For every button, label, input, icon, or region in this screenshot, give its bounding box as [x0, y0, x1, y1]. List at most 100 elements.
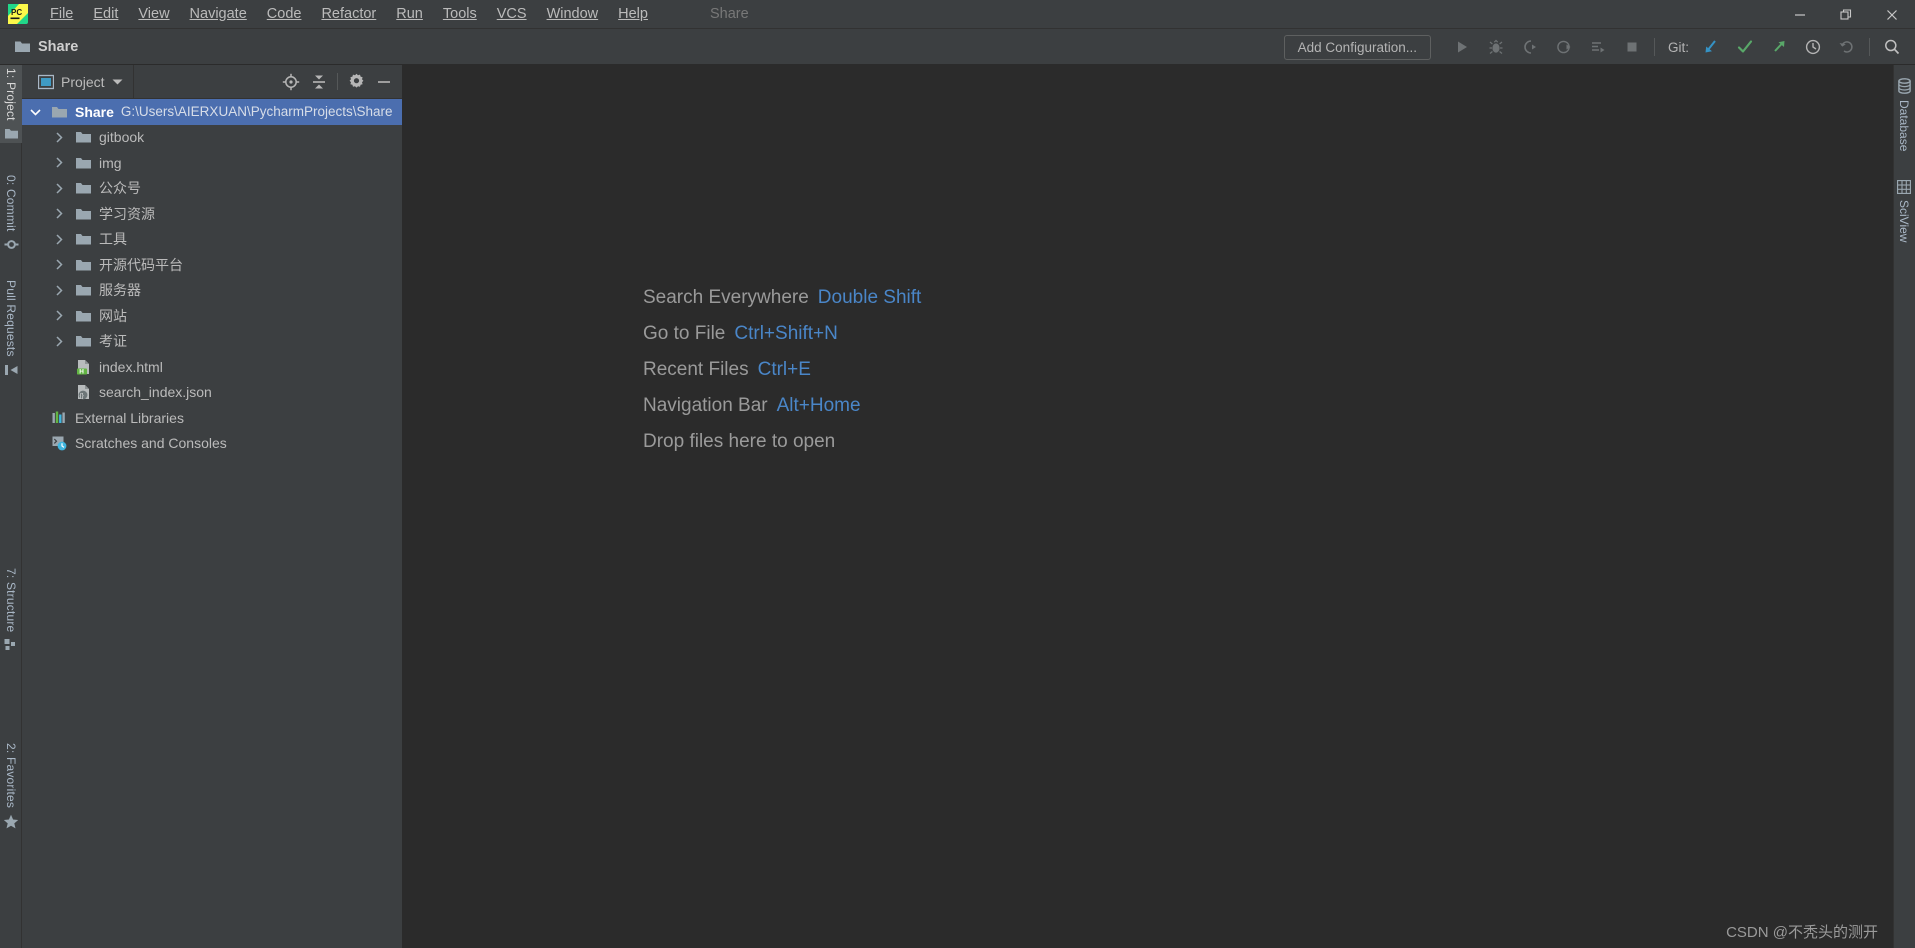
project-view-icon	[38, 74, 54, 90]
menu-item-window[interactable]: Window	[537, 3, 609, 25]
hint-recent-files: Recent Files Ctrl+E	[643, 359, 921, 381]
maximize-window-button[interactable]	[1823, 0, 1869, 29]
actions-divider	[337, 73, 338, 90]
right-tool-window-stripe: Database SciView	[1893, 65, 1915, 948]
folder-icon	[72, 283, 94, 297]
tree-row-img[interactable]: img	[22, 150, 402, 176]
toolbar-separator	[1653, 38, 1655, 56]
tree-row-label: 公众号	[99, 180, 141, 197]
hint-shortcut-label: Ctrl+E	[757, 359, 811, 380]
sidebar-item-structure[interactable]: 7: Structure	[0, 565, 22, 655]
chevron-right-icon[interactable]	[46, 157, 72, 168]
sidebar-item-pull-requests[interactable]: Pull Requests	[0, 277, 22, 380]
sidebar-item-project[interactable]: 1: Project	[0, 65, 22, 143]
chevron-right-icon[interactable]	[46, 208, 72, 219]
menu-item-code[interactable]: Code	[257, 3, 312, 25]
tree-row-gongzhonghao[interactable]: 公众号	[22, 176, 402, 202]
menu-item-vcs[interactable]: VCS	[487, 3, 537, 25]
folder-icon	[72, 258, 94, 272]
add-configuration-button[interactable]: Add Configuration...	[1283, 34, 1431, 60]
tree-row-scratches-and-consoles[interactable]: Scratches and Consoles	[22, 431, 402, 457]
json-file-icon: {}	[72, 384, 94, 400]
tree-row-gitbook[interactable]: gitbook	[22, 125, 402, 151]
sidebar-item-favorites[interactable]: 2: Favorites	[0, 740, 22, 833]
chevron-down-icon[interactable]	[22, 108, 48, 116]
search-everywhere-button[interactable]	[1875, 32, 1909, 62]
collapse-all-button[interactable]	[305, 68, 333, 96]
tree-row-index-html[interactable]: H index.html	[22, 354, 402, 380]
menu-item-help[interactable]: Help	[608, 3, 658, 25]
menu-item-view[interactable]: View	[128, 3, 179, 25]
project-tree[interactable]: Share G:\Users\AIERXUAN\PycharmProjects\…	[22, 99, 402, 948]
settings-button[interactable]	[342, 68, 370, 96]
tree-row-kaozheng[interactable]: 考证	[22, 329, 402, 355]
hide-tool-window-button[interactable]	[370, 68, 398, 96]
chevron-right-icon[interactable]	[46, 310, 72, 321]
debug-button[interactable]	[1479, 32, 1513, 62]
sidebar-item-favorites-label: 2: Favorites	[4, 743, 18, 809]
breadcrumb[interactable]: Share	[14, 39, 78, 55]
profile-button[interactable]	[1547, 32, 1581, 62]
menu-item-navigate[interactable]: Navigate	[180, 3, 257, 25]
sidebar-item-database[interactable]: Database	[1893, 75, 1915, 154]
tree-row-label: 服务器	[99, 282, 141, 299]
chevron-right-icon[interactable]	[46, 259, 72, 270]
run-coverage-button[interactable]	[1513, 32, 1547, 62]
sidebar-item-commit-label: 0: Commit	[4, 175, 18, 232]
chevron-right-icon[interactable]	[46, 234, 72, 245]
hint-action-label: Search Everywhere	[643, 287, 809, 308]
folder-icon	[72, 156, 94, 170]
project-tool-window: Project Share G:\Users\AIERXUAN\PycharmP…	[22, 64, 402, 948]
tree-row-share[interactable]: Share G:\Users\AIERXUAN\PycharmProjects\…	[22, 99, 402, 125]
select-opened-file-button[interactable]	[277, 68, 305, 96]
tree-row-label: gitbook	[99, 129, 145, 146]
git-update-project-button[interactable]	[1694, 32, 1728, 62]
tree-row-label: 考证	[99, 333, 127, 350]
folder-icon	[72, 232, 94, 246]
hint-action-label: Recent Files	[643, 359, 749, 380]
tree-row-fuwuqi[interactable]: 服务器	[22, 278, 402, 304]
chevron-right-icon[interactable]	[46, 183, 72, 194]
menu-item-file[interactable]: File	[40, 3, 83, 25]
hint-go-to-file: Go to File Ctrl+Shift+N	[643, 323, 921, 345]
tree-row-wangzhan[interactable]: 网站	[22, 303, 402, 329]
folder-icon	[14, 39, 31, 54]
menu-item-run[interactable]: Run	[386, 3, 433, 25]
sidebar-item-commit[interactable]: 0: Commit	[0, 172, 22, 255]
hint-action-label: Drop files here to open	[643, 431, 836, 452]
svg-text:PC: PC	[11, 8, 22, 17]
chevron-right-icon[interactable]	[46, 336, 72, 347]
menu-item-edit[interactable]: Edit	[83, 3, 128, 25]
chevron-down-icon	[112, 78, 123, 86]
tree-row-xuexiziyuan[interactable]: 学习资源	[22, 201, 402, 227]
git-push-button[interactable]	[1762, 32, 1796, 62]
git-history-button[interactable]	[1796, 32, 1830, 62]
project-view-selector[interactable]: Project	[22, 65, 133, 99]
hint-shortcut-label: Ctrl+Shift+N	[734, 323, 838, 344]
structure-icon	[4, 638, 18, 652]
sidebar-item-sciview[interactable]: SciView	[1893, 177, 1915, 245]
git-rollback-button[interactable]	[1830, 32, 1864, 62]
tree-row-search-index-json[interactable]: {} search_index.json	[22, 380, 402, 406]
tree-row-label: search_index.json	[99, 384, 212, 401]
hint-action-label: Go to File	[643, 323, 726, 344]
minimize-window-button[interactable]	[1777, 0, 1823, 29]
tree-row-kaiyuandaimapingtai[interactable]: 开源代码平台	[22, 252, 402, 278]
folder-icon	[72, 181, 94, 195]
tree-row-gongju[interactable]: 工具	[22, 227, 402, 253]
tree-row-external-libraries[interactable]: External Libraries	[22, 405, 402, 431]
editor-empty-area[interactable]: Search Everywhere Double Shift Go to File…	[402, 65, 1893, 948]
chevron-right-icon[interactable]	[46, 132, 72, 143]
stop-button[interactable]	[1615, 32, 1649, 62]
menu-item-tools[interactable]: Tools	[433, 3, 487, 25]
run-button[interactable]	[1445, 32, 1479, 62]
tree-row-label: index.html	[99, 358, 163, 375]
close-window-button[interactable]	[1869, 0, 1915, 29]
git-label: Git:	[1667, 39, 1689, 55]
menu-item-refactor[interactable]: Refactor	[311, 3, 386, 25]
run-with-console-button[interactable]	[1581, 32, 1615, 62]
git-commit-button[interactable]	[1728, 32, 1762, 62]
csdn-watermark: CSDN @不秃头的测开	[1726, 924, 1878, 941]
chevron-right-icon[interactable]	[46, 285, 72, 296]
window-title: Share	[709, 6, 749, 22]
